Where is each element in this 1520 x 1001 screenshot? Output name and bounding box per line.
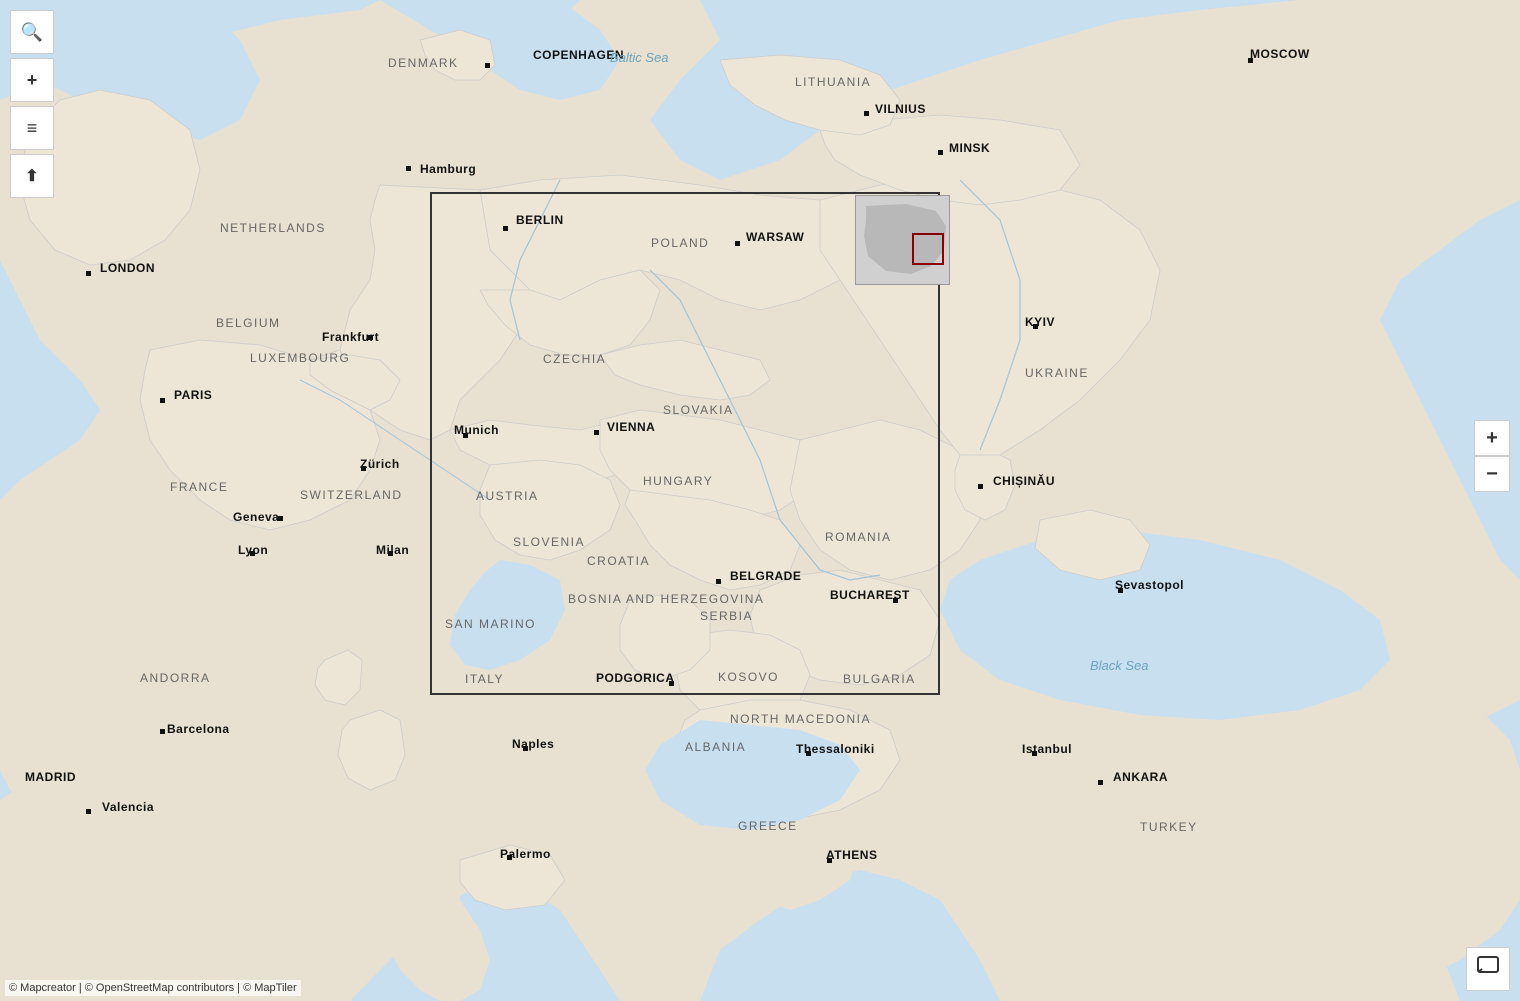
plus-icon: + <box>27 70 38 91</box>
attribution-text: © Mapcreator | © OpenStreetMap contribut… <box>9 982 297 994</box>
search-icon: 🔍 <box>21 22 43 43</box>
attribution: © Mapcreator | © OpenStreetMap contribut… <box>5 980 301 996</box>
menu-button[interactable]: ≡ <box>10 106 54 150</box>
chat-button[interactable] <box>1466 947 1510 991</box>
map-container[interactable]: COPENHAGENDENMARKHamburgBERLINNETHERLAND… <box>0 0 1520 1001</box>
zoom-in-icon: + <box>1486 427 1498 450</box>
search-button[interactable]: 🔍 <box>10 10 54 54</box>
toolbar-right: + − <box>1474 420 1510 492</box>
minimap <box>855 195 950 285</box>
export-button[interactable]: ⬆ <box>10 154 54 198</box>
zoom-in-button-left[interactable]: + <box>10 58 54 102</box>
toolbar-left: 🔍 + ≡ ⬆ <box>10 10 54 198</box>
map-svg <box>0 0 1520 1001</box>
zoom-in-button[interactable]: + <box>1474 420 1510 456</box>
export-icon: ⬆ <box>25 166 38 186</box>
zoom-out-icon: − <box>1486 463 1498 486</box>
chat-icon <box>1476 954 1500 984</box>
zoom-out-button[interactable]: − <box>1474 456 1510 492</box>
menu-icon: ≡ <box>27 118 38 139</box>
